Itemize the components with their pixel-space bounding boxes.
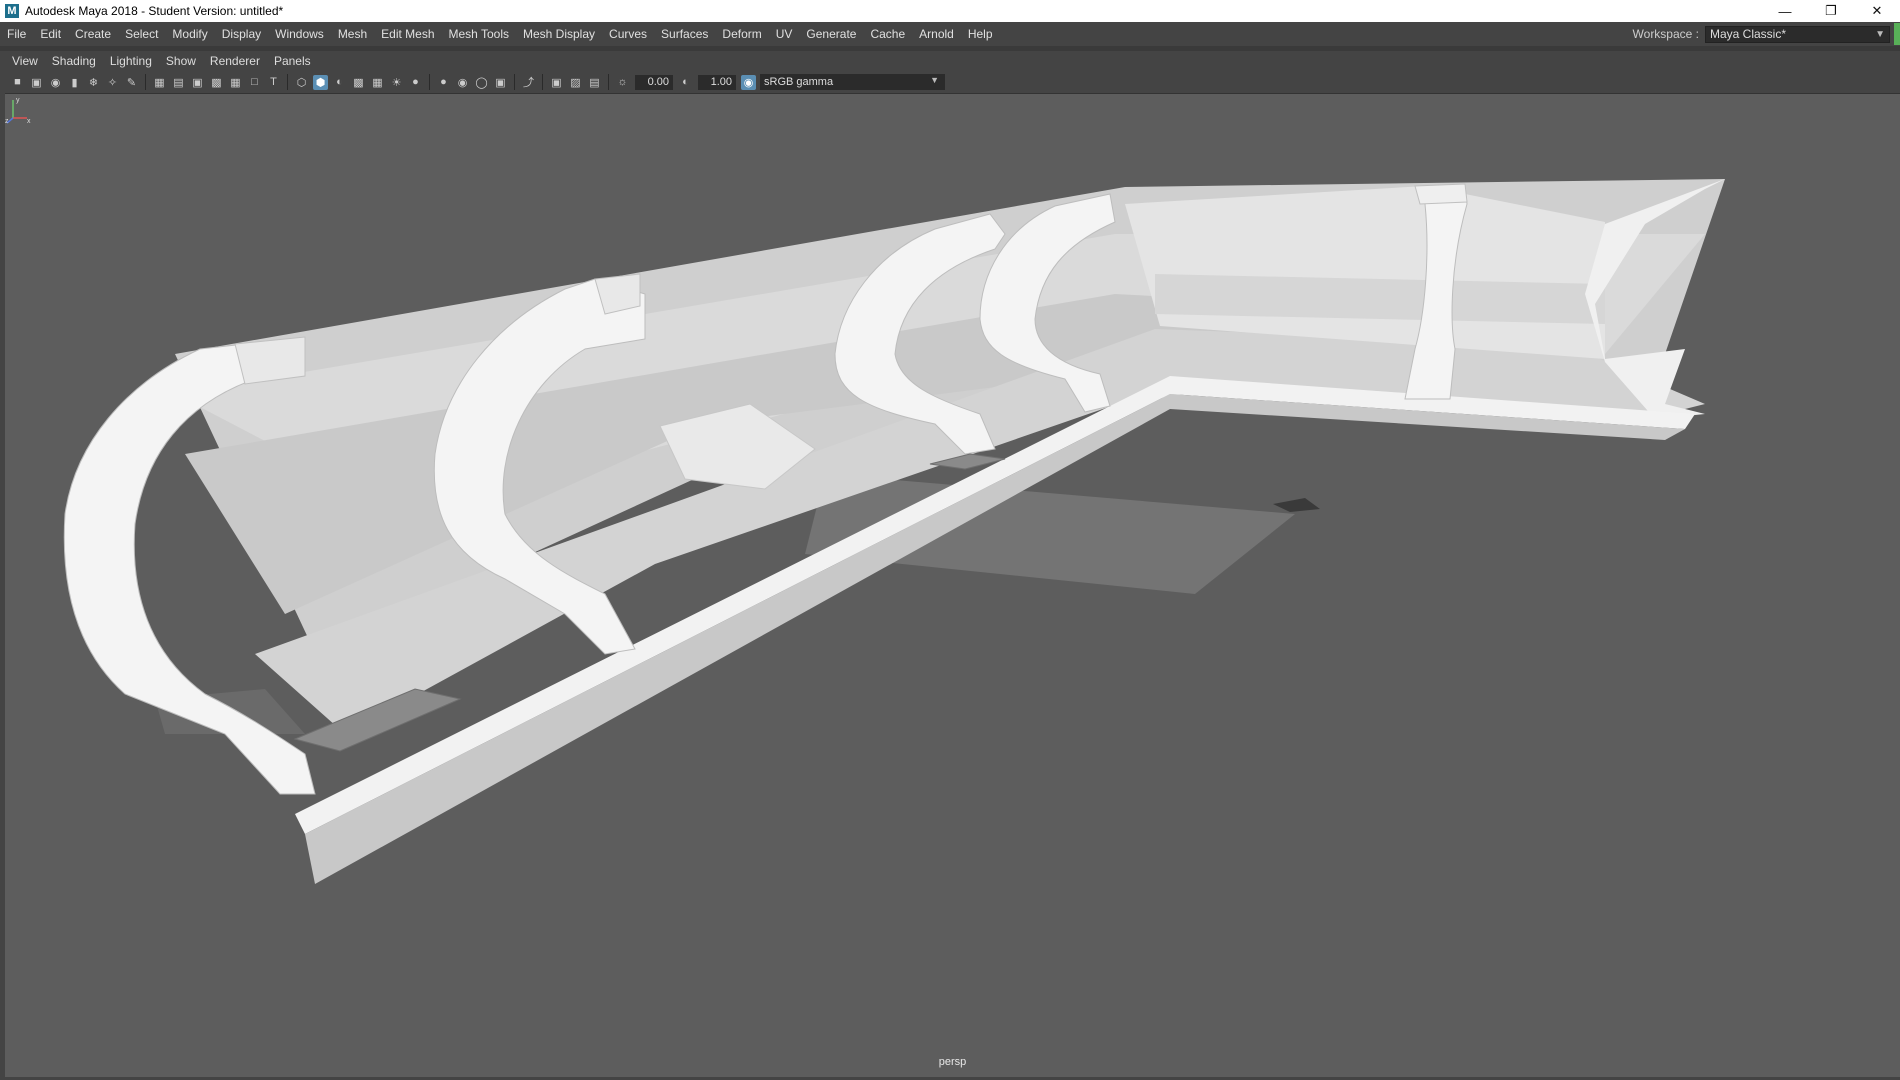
menu-surfaces[interactable]: Surfaces	[654, 27, 715, 41]
textured-icon[interactable]: ▩	[351, 75, 366, 90]
panel-menu-view[interactable]: View	[5, 54, 45, 68]
exposure-icon[interactable]: ☼	[615, 75, 630, 90]
toolbar-separator	[542, 74, 543, 90]
safe-title-icon[interactable]: T	[266, 75, 281, 90]
wireframe-on-shaded-icon[interactable]: ◐	[332, 75, 347, 90]
workspace-label: Workspace :	[1632, 27, 1699, 41]
menu-edit[interactable]: Edit	[33, 27, 68, 41]
shadows-icon[interactable]: ☀	[389, 75, 404, 90]
restore-icon[interactable]: ❐	[1808, 0, 1854, 22]
bookmark-camera-icon[interactable]: ◉	[48, 75, 63, 90]
bookmark-icon[interactable]: ▮	[67, 75, 82, 90]
gamma-field[interactable]: 1.00	[698, 74, 736, 90]
ambient-occlusion-icon[interactable]: ●	[408, 75, 423, 90]
axis-x-label: x	[27, 118, 31, 124]
camera-name-label: persp	[938, 1056, 967, 1068]
floor-vent	[1273, 498, 1320, 512]
dropdown-arrow-icon: ▼	[1875, 28, 1885, 40]
menu-uv[interactable]: UV	[769, 27, 800, 41]
menu-cache[interactable]: Cache	[863, 27, 912, 41]
workspace-value: Maya Classic*	[1710, 27, 1787, 41]
color-management-icon[interactable]: ◉	[741, 74, 756, 90]
menu-windows[interactable]: Windows	[268, 27, 331, 41]
select-camera-icon[interactable]: ■	[10, 75, 25, 90]
main-menu-bar: File Edit Create Select Modify Display W…	[0, 22, 1900, 46]
multisample-icon[interactable]: ◉	[455, 75, 470, 90]
film-gate-icon[interactable]: ▤	[171, 75, 186, 90]
workspace-selector: Workspace : Maya Classic* ▼	[1633, 22, 1900, 46]
menu-display[interactable]: Display	[215, 27, 268, 41]
maya-logo-icon: M	[5, 4, 19, 18]
backface-culling-icon[interactable]: ▤	[587, 75, 602, 90]
rib-cap	[1414, 183, 1468, 205]
grid-icon[interactable]: ▦	[152, 75, 167, 90]
window-controls: — ❐ ✕	[1762, 0, 1900, 22]
scene-render	[63, 179, 1725, 884]
depth-of-field-icon[interactable]: ◯	[474, 75, 489, 90]
smooth-shade-icon[interactable]: ⬢	[313, 74, 328, 90]
image-plane-icon[interactable]: ❄	[86, 75, 101, 90]
dropdown-arrow-icon: ▼	[930, 75, 939, 85]
grease-pencil-icon[interactable]: ✎	[124, 75, 139, 90]
menu-mesh[interactable]: Mesh	[331, 27, 374, 41]
panel-menu-renderer[interactable]: Renderer	[203, 54, 267, 68]
motion-blur-icon[interactable]: ●	[436, 75, 451, 90]
xray-icon[interactable]: ▣	[493, 75, 508, 90]
safe-action-icon[interactable]: □	[247, 75, 262, 90]
panel-toolbar: ■ ▣ ◉ ▮ ❄ ✧ ✎ ▦ ▤ ▣ ▩ ▦ □ T ⬡ ⬢ ◐ ▩ ▦ ☀ …	[0, 71, 1900, 93]
use-all-lights-icon[interactable]: ▦	[370, 75, 385, 90]
axis-gizmo-icon: y x z	[5, 97, 31, 124]
axis-z-label: z	[5, 118, 9, 124]
gamma-icon[interactable]: ◐	[678, 75, 693, 90]
toolbar-separator	[514, 74, 515, 90]
perspective-viewport[interactable]: y x z persp	[5, 93, 1900, 1078]
menu-mesh-display[interactable]: Mesh Display	[516, 27, 602, 41]
panel-menu-lighting[interactable]: Lighting	[103, 54, 159, 68]
field-chart-icon[interactable]: ▦	[228, 75, 243, 90]
menu-generate[interactable]: Generate	[799, 27, 863, 41]
exposure-field[interactable]: 0.00	[635, 74, 673, 90]
menu-help[interactable]: Help	[961, 27, 1000, 41]
toolbar-separator	[608, 74, 609, 90]
menu-arnold[interactable]: Arnold	[912, 27, 961, 41]
menu-modify[interactable]: Modify	[165, 27, 214, 41]
menu-deform[interactable]: Deform	[715, 27, 768, 41]
panel-menu-show[interactable]: Show	[159, 54, 203, 68]
toolbar-separator	[145, 74, 146, 90]
toolbar-separator	[287, 74, 288, 90]
workspace-dropdown[interactable]: Maya Classic* ▼	[1705, 25, 1890, 43]
menu-file[interactable]: File	[0, 27, 33, 41]
menu-edit-mesh[interactable]: Edit Mesh	[374, 27, 441, 41]
panel-menu-bar: View Shading Lighting Show Renderer Pane…	[0, 51, 1900, 71]
window-title: Autodesk Maya 2018 - Student Version: un…	[25, 4, 284, 18]
menu-select[interactable]: Select	[118, 27, 165, 41]
view-transform-value: sRGB gamma	[764, 76, 834, 88]
wireframe-icon[interactable]: ⬡	[294, 75, 309, 90]
xray-active-icon[interactable]: ▨	[568, 75, 583, 90]
2d-pan-zoom-icon[interactable]: ✧	[105, 75, 120, 90]
camera-attributes-icon[interactable]: ▣	[29, 75, 44, 90]
toolbar-separator	[429, 74, 430, 90]
view-transform-dropdown[interactable]: sRGB gamma ▼	[760, 74, 945, 90]
rib-cap	[234, 336, 306, 385]
panel-edge-handle[interactable]	[1894, 23, 1900, 45]
isolate-select-icon[interactable]: ⤴	[521, 75, 536, 90]
minimize-icon[interactable]: —	[1762, 0, 1808, 22]
title-bar: M Autodesk Maya 2018 - Student Version: …	[0, 0, 1900, 22]
menu-mesh-tools[interactable]: Mesh Tools	[442, 27, 516, 41]
menu-curves[interactable]: Curves	[602, 27, 654, 41]
menu-create[interactable]: Create	[68, 27, 118, 41]
panel-menu-shading[interactable]: Shading	[45, 54, 103, 68]
xray-joints-icon[interactable]: ▣	[549, 75, 564, 90]
panel-menu-panels[interactable]: Panels	[267, 54, 318, 68]
axis-y-label: y	[16, 97, 20, 104]
close-icon[interactable]: ✕	[1854, 0, 1900, 22]
resolution-gate-icon[interactable]: ▣	[190, 75, 205, 90]
gate-mask-icon[interactable]: ▩	[209, 75, 224, 90]
